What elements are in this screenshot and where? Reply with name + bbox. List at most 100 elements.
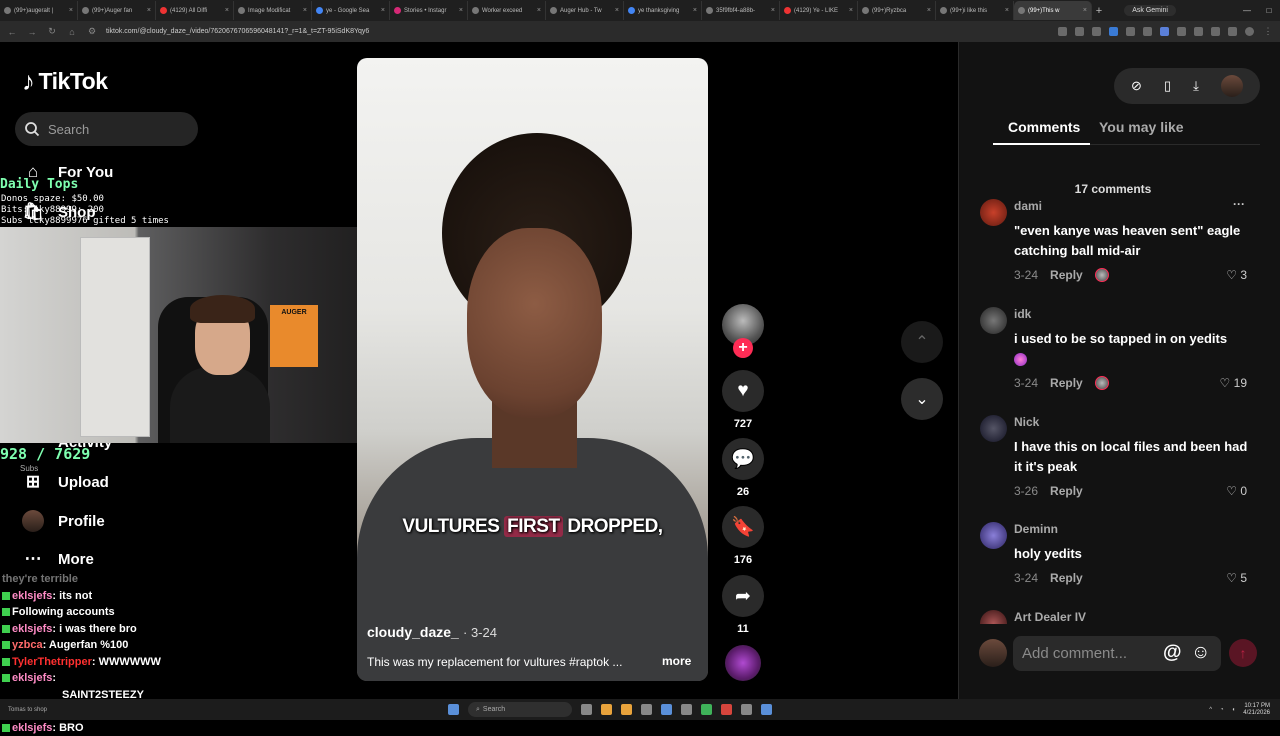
- comment-like-button[interactable]: ♡ 19: [1220, 376, 1247, 390]
- download-icon[interactable]: ⤓: [1193, 78, 1199, 94]
- avatar[interactable]: [980, 610, 1007, 624]
- close-icon[interactable]: ×: [303, 7, 307, 14]
- close-icon[interactable]: ×: [615, 7, 619, 14]
- extension-icon[interactable]: [1109, 27, 1118, 36]
- close-icon[interactable]: ×: [849, 7, 853, 14]
- reply-button[interactable]: Reply: [1050, 376, 1083, 390]
- menu-icon[interactable]: ⋮: [1262, 26, 1274, 37]
- close-icon[interactable]: ×: [771, 7, 775, 14]
- minimize-icon[interactable]: —: [1236, 6, 1258, 15]
- close-icon[interactable]: ×: [381, 7, 385, 14]
- split-view-icon[interactable]: [1228, 27, 1237, 36]
- chrome-icon[interactable]: [601, 704, 612, 715]
- sidebar-item-upload[interactable]: ⊞ Upload: [22, 472, 109, 492]
- video-player[interactable]: VULTURES FIRST DROPPED, cloudy_daze_ · 3…: [357, 58, 708, 681]
- taskbar-clock[interactable]: 10:17 PM 4/21/2026: [1243, 703, 1270, 717]
- comment-username[interactable]: Art Dealer IV: [1014, 610, 1086, 624]
- close-icon[interactable]: ×: [1005, 7, 1009, 14]
- browser-tab[interactable]: ye thanksgiving×: [624, 1, 702, 20]
- forward-icon[interactable]: →: [26, 27, 38, 37]
- app-icon[interactable]: [641, 704, 652, 715]
- compass-icon[interactable]: ⊘: [1131, 78, 1142, 94]
- mention-icon[interactable]: @: [1163, 642, 1182, 664]
- app-icon[interactable]: [681, 704, 692, 715]
- browser-tab[interactable]: (99+)Ryzbca×: [858, 1, 936, 20]
- taskbar-widget[interactable]: Tomas to shop: [8, 707, 68, 713]
- music-disc[interactable]: [725, 645, 761, 681]
- sidebar-icon[interactable]: [1194, 27, 1203, 36]
- bookmark-star-icon[interactable]: [1092, 27, 1101, 36]
- zoom-icon[interactable]: [1058, 27, 1067, 36]
- app-icon[interactable]: [741, 704, 752, 715]
- browser-tab[interactable]: Image Modificat×: [234, 1, 312, 20]
- previous-video-button[interactable]: ⌃: [901, 321, 943, 363]
- comment-like-button[interactable]: ♡ 5: [1226, 571, 1247, 585]
- home-icon[interactable]: ⌂: [66, 27, 78, 37]
- browser-tab[interactable]: Auger Hub - Tw×: [546, 1, 624, 20]
- browser-tab[interactable]: 35f9fbf4-a88b-×: [702, 1, 780, 20]
- video-more-button[interactable]: more: [662, 654, 691, 668]
- extension-icon[interactable]: [1143, 27, 1152, 36]
- browser-tab[interactable]: (99+)i like this×: [936, 1, 1014, 20]
- avatar[interactable]: [980, 307, 1007, 334]
- ask-gemini-button[interactable]: Ask Gemini: [1124, 5, 1176, 16]
- search-input[interactable]: Search: [15, 112, 198, 146]
- send-comment-button[interactable]: ↑: [1229, 639, 1257, 667]
- video-author[interactable]: cloudy_daze_: [367, 624, 459, 640]
- maximize-icon[interactable]: □: [1258, 6, 1280, 15]
- next-video-button[interactable]: ⌄: [901, 378, 943, 420]
- comment-like-button[interactable]: ♡ 0: [1226, 484, 1247, 498]
- device-icon[interactable]: ▯: [1164, 78, 1171, 94]
- save-button[interactable]: 🔖: [722, 506, 764, 548]
- avatar[interactable]: [980, 522, 1007, 549]
- sidebar-item-profile[interactable]: Profile: [22, 510, 105, 532]
- comment-button[interactable]: 💬: [722, 438, 764, 480]
- browser-tab[interactable]: (4129) All Diffi×: [156, 1, 234, 20]
- extension-icon[interactable]: [1126, 27, 1135, 36]
- comment-username[interactable]: Deminn: [1014, 522, 1058, 536]
- close-icon[interactable]: ×: [1083, 7, 1087, 14]
- browser-tab[interactable]: Stories • Instagr×: [390, 1, 468, 20]
- close-icon[interactable]: ×: [693, 7, 697, 14]
- reply-button[interactable]: Reply: [1050, 484, 1083, 498]
- file-explorer-icon[interactable]: [621, 704, 632, 715]
- close-icon[interactable]: ×: [225, 7, 229, 14]
- volume-icon[interactable]: ◖: [1232, 707, 1236, 713]
- back-icon[interactable]: ←: [6, 27, 18, 37]
- extension-icon[interactable]: [1160, 27, 1169, 36]
- avatar[interactable]: [980, 415, 1007, 442]
- app-icon[interactable]: [661, 704, 672, 715]
- windows-start-icon[interactable]: [448, 704, 459, 715]
- chevron-up-icon[interactable]: ^: [1209, 707, 1212, 713]
- close-icon[interactable]: ×: [147, 7, 151, 14]
- reply-button[interactable]: Reply: [1050, 571, 1083, 585]
- app-icon[interactable]: [721, 704, 732, 715]
- tab-you-may-like[interactable]: You may like: [1099, 119, 1184, 135]
- network-icon[interactable]: ◔: [1220, 707, 1224, 713]
- comment-username[interactable]: Nick: [1014, 415, 1039, 429]
- avatar[interactable]: [1221, 75, 1243, 97]
- comment-username[interactable]: dami: [1014, 199, 1042, 213]
- browser-tab[interactable]: Worker exceed×: [468, 1, 546, 20]
- emoji-picker-icon[interactable]: ☺: [1191, 642, 1210, 664]
- follow-plus-icon[interactable]: +: [733, 338, 753, 358]
- comment-username[interactable]: idk: [1014, 307, 1031, 321]
- close-icon[interactable]: ×: [537, 7, 541, 14]
- spotify-icon[interactable]: [701, 704, 712, 715]
- extensions-puzzle-icon[interactable]: [1177, 27, 1186, 36]
- reload-icon[interactable]: ↻: [46, 26, 58, 37]
- close-icon[interactable]: ×: [927, 7, 931, 14]
- like-button[interactable]: ♥: [722, 370, 764, 412]
- close-icon[interactable]: ×: [69, 7, 73, 14]
- app-icon[interactable]: [761, 704, 772, 715]
- avatar[interactable]: [980, 199, 1007, 226]
- task-view-icon[interactable]: [581, 704, 592, 715]
- close-icon[interactable]: ×: [459, 7, 463, 14]
- browser-tab-active[interactable]: (99+)This w×: [1014, 1, 1092, 20]
- profile-avatar[interactable]: [1245, 27, 1254, 36]
- url-field[interactable]: tiktok.com/@cloudy_daze_/video/762067670…: [106, 28, 1050, 35]
- download-icon[interactable]: [1211, 27, 1220, 36]
- sidebar-item-more[interactable]: ⋯ More: [22, 549, 94, 569]
- reply-button[interactable]: Reply: [1050, 268, 1083, 282]
- browser-tab[interactable]: (99+)Auger fan×: [78, 1, 156, 20]
